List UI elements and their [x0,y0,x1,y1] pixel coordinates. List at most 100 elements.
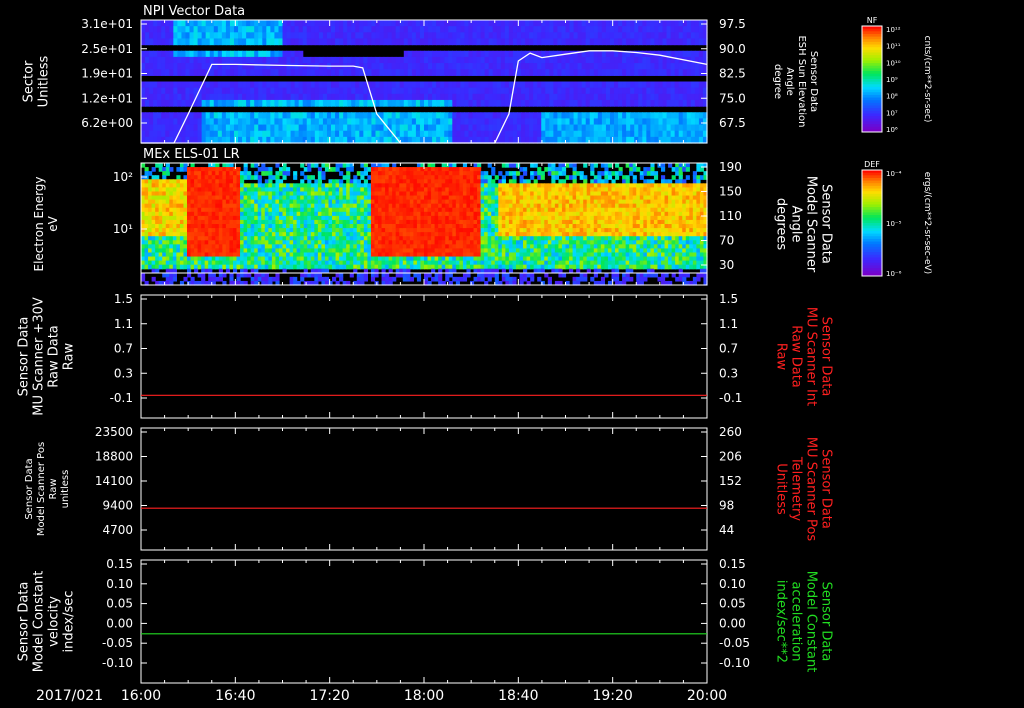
npi-heatmap-cell [359,38,364,46]
els-heatmap-cell [381,228,386,233]
els-heatmap-cell [346,195,351,201]
els-heatmap-cell [218,260,223,266]
npi-heatmap-cell [379,124,385,132]
npi-heatmap-cell [153,99,158,107]
els-heatmap-cell [183,203,188,209]
npi-heatmap-cell [250,50,255,58]
els-heatmap-cell [179,228,185,233]
npi-heatmap-cell [634,99,639,107]
npi-heatmap-cell [391,56,397,64]
els-heatmap-cell [424,264,429,270]
els-heatmap-cell [218,252,223,258]
els-heatmap-cell [275,224,280,229]
els-heatmap-cell [169,228,174,233]
npi-heatmap-cell [177,87,183,95]
els-heatmap-cell [183,175,188,180]
els-heatmap-cell [459,240,464,245]
els-heatmap-cell [406,260,411,266]
npi-heatmap-cell [614,38,619,46]
npi-heatmap-cell [500,20,506,27]
npi-heatmap-cell [274,69,280,76]
npi-heatmap-cell [359,124,364,132]
npi-heatmap-cell [322,38,328,46]
npi-heatmap-cell [516,130,522,138]
npi-heatmap-cell [250,112,255,119]
npi-heatmap-cell [488,56,494,64]
els-heatmap-cell [183,183,188,188]
npi-heatmap-cell [682,50,688,58]
npi-heatmap-cell [270,99,276,107]
els-heatmap-cell [349,248,354,254]
els-heatmap-cell [342,252,347,258]
els-heatmap-cell [162,260,167,266]
els-heatmap-cell [208,252,213,258]
els-heatmap-cell [409,252,414,258]
els-heatmap-cell [286,264,291,270]
npi-heatmap-cell [573,87,579,95]
els-heatmap-cell [466,260,471,266]
npi-heatmap-cell [266,130,271,138]
left-axis-label: Sector [22,60,37,102]
els-heatmap-cell [250,256,255,262]
els-heatmap-cell [346,207,351,213]
els-heatmap-cell [303,199,308,205]
npi-heatmap-cell [270,56,276,64]
npi-heatmap-cell [254,118,259,126]
npi-heatmap-cell [569,81,575,89]
els-heatmap-cell [141,191,146,197]
npi-heatmap-cell [278,87,284,95]
els-heatmap-cell [247,260,252,266]
els-heatmap-cell [438,276,443,282]
els-heatmap-cell [455,224,460,229]
npi-heatmap-cell [561,63,567,70]
els-heatmap-cell [420,232,425,237]
npi-heatmap-cell [658,32,664,40]
npi-heatmap-cell [585,69,591,76]
els-heatmap-cell [360,248,365,254]
els-heatmap-cell [303,228,308,233]
els-heatmap-cell [158,248,163,254]
els-heatmap-cell [204,211,209,217]
npi-heatmap-cell [403,38,409,46]
npi-heatmap-cell [642,69,647,76]
npi-heatmap-cell [201,56,207,64]
els-heatmap-cell [388,183,393,188]
npi-heatmap-cell [452,32,457,40]
els-heatmap-cell [392,195,397,201]
npi-heatmap-cell [221,81,227,89]
npi-heatmap-cell [213,87,219,95]
els-heatmap-cell [268,211,273,217]
npi-heatmap-cell [331,56,336,64]
els-heatmap-cell [466,203,471,209]
npi-heatmap-cell [593,32,599,40]
npi-heatmap-cell [504,93,510,101]
npi-heatmap-cell [424,26,429,33]
els-heatmap-cell [438,256,443,262]
els-heatmap-cell [204,219,209,225]
els-heatmap-cell [339,232,344,237]
els-heatmap-cell [374,211,379,217]
els-heatmap-cell [261,240,266,245]
els-heatmap-cell [218,195,223,201]
els-heatmap-cell [201,183,206,188]
npi-heatmap-cell [634,63,639,70]
npi-heatmap-cell [189,20,195,27]
els-heatmap-cell [229,240,234,245]
npi-heatmap-cell [246,93,251,101]
npi-heatmap-cell [533,56,538,64]
els-heatmap-cell [278,240,284,245]
npi-heatmap-cell [351,81,356,89]
npi-heatmap-cell [217,112,223,119]
els-heatmap-cell [190,203,195,209]
npi-heatmap-cell [436,81,441,89]
els-heatmap-cell [236,175,241,180]
npi-heatmap-cell [452,26,457,33]
els-heatmap-cell [247,228,252,233]
els-heatmap-cell [346,171,351,176]
npi-heatmap-cell [464,26,470,33]
els-heatmap-cell [165,187,170,193]
els-heatmap-cell [395,183,400,188]
els-heatmap-cell [406,272,411,278]
els-heatmap-cell [441,167,446,172]
npi-heatmap-cell [157,69,162,76]
